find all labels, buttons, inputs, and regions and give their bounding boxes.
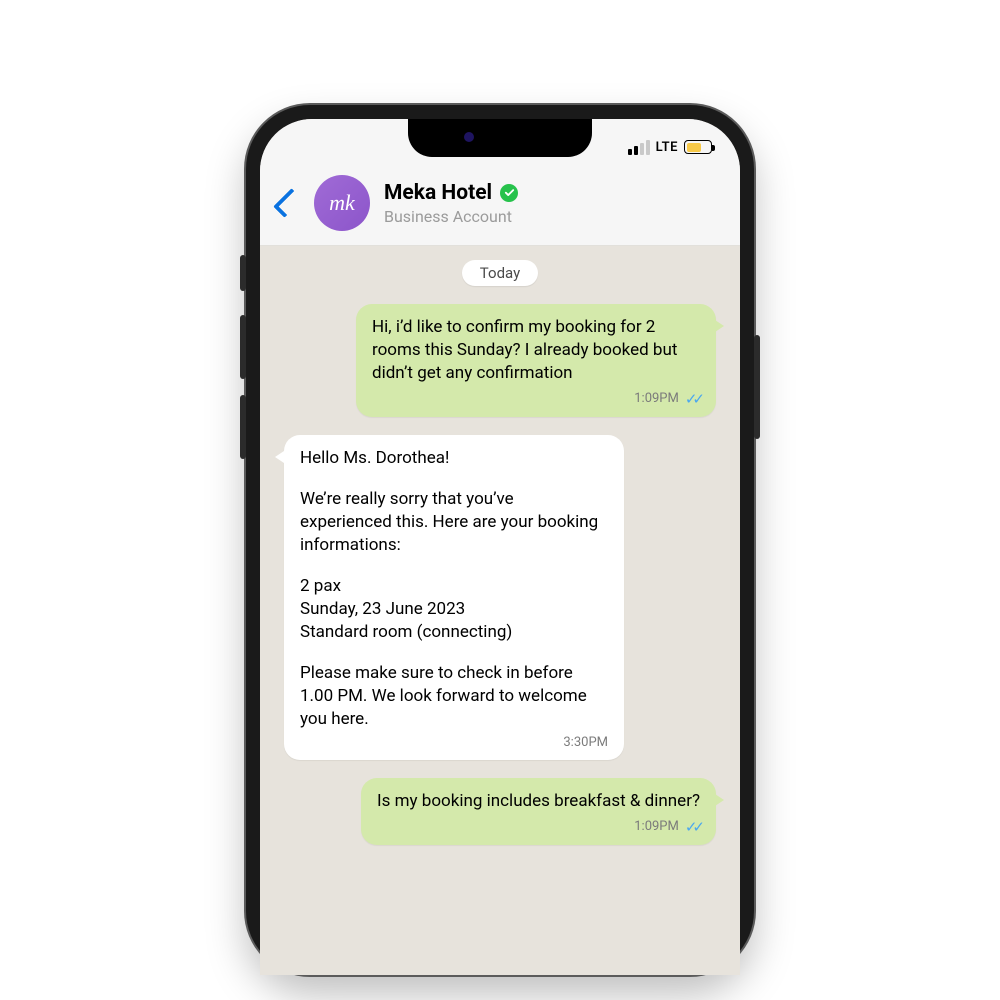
read-receipt-icon: ✓✓ bbox=[685, 817, 700, 837]
incoming-message[interactable]: Hello Ms. Dorothea! We’re really sorry t… bbox=[284, 435, 624, 760]
volume-up-button[interactable] bbox=[240, 315, 246, 379]
power-button[interactable] bbox=[754, 335, 760, 439]
phone-screen: LTE mk Meka Hotel Business Account Today bbox=[260, 119, 740, 975]
date-separator: Today bbox=[462, 260, 538, 286]
message-time: 1:09PM bbox=[634, 818, 679, 836]
outgoing-message[interactable]: Is my booking includes breakfast & dinne… bbox=[361, 778, 716, 845]
message-time: 3:30PM bbox=[563, 734, 608, 752]
message-text: Hi, i’d like to confirm my booking for 2… bbox=[372, 316, 700, 385]
battery-icon bbox=[684, 140, 712, 154]
chat-header: mk Meka Hotel Business Account bbox=[260, 167, 740, 246]
avatar[interactable]: mk bbox=[314, 175, 370, 231]
read-receipt-icon: ✓✓ bbox=[685, 389, 700, 409]
outgoing-message[interactable]: Hi, i’d like to confirm my booking for 2… bbox=[356, 304, 716, 417]
message-time: 1:09PM bbox=[634, 390, 679, 408]
verified-badge-icon bbox=[500, 184, 518, 202]
contact-name[interactable]: Meka Hotel bbox=[384, 181, 492, 205]
back-icon[interactable] bbox=[273, 188, 303, 218]
message-text: Is my booking includes breakfast & dinne… bbox=[377, 790, 700, 813]
cell-signal-icon bbox=[628, 140, 650, 155]
chat-body[interactable]: Today Hi, i’d like to confirm my booking… bbox=[260, 246, 740, 975]
message-row: Hello Ms. Dorothea! We’re really sorry t… bbox=[278, 435, 722, 760]
silence-switch[interactable] bbox=[240, 255, 246, 291]
message-row: Hi, i’d like to confirm my booking for 2… bbox=[278, 304, 722, 417]
phone-frame: LTE mk Meka Hotel Business Account Today bbox=[246, 105, 754, 975]
message-text: Hello Ms. Dorothea! bbox=[300, 447, 608, 470]
message-text: 2 pax Sunday, 23 June 2023 Standard room… bbox=[300, 575, 608, 644]
contact-subtitle: Business Account bbox=[384, 207, 518, 226]
network-label: LTE bbox=[656, 140, 678, 155]
volume-down-button[interactable] bbox=[240, 395, 246, 459]
message-row: Is my booking includes breakfast & dinne… bbox=[278, 778, 722, 845]
message-text: We’re really sorry that you’ve experienc… bbox=[300, 488, 608, 557]
phone-notch bbox=[408, 119, 592, 157]
message-text: Please make sure to check in before 1.00… bbox=[300, 662, 608, 731]
